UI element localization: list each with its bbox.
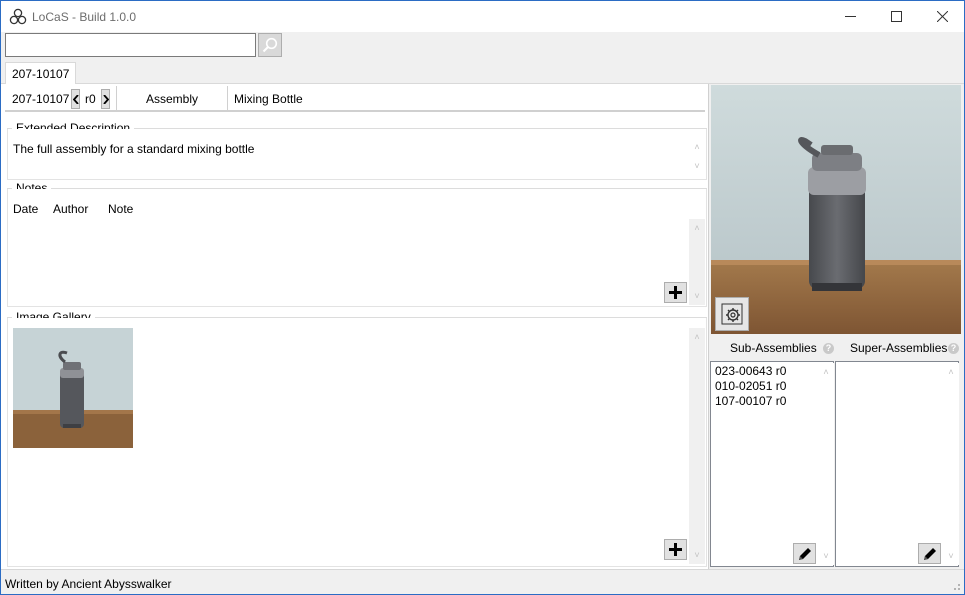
sub-assemblies-list[interactable]: 023-00643 r0 010-02051 r0 107-00107 r0 ˄…: [710, 361, 834, 567]
tab-207-10107[interactable]: 207-10107: [5, 62, 77, 85]
header-divider: [227, 86, 228, 112]
image-gallery-group: Image Gallery ˄ ˅: [7, 310, 707, 567]
extended-description-group: Extended Description The full assembly f…: [7, 121, 707, 180]
title-bar[interactable]: LoCaS - Build 1.0.0: [1, 1, 964, 32]
scroll-up-icon: ˄: [694, 223, 700, 233]
plus-icon: [669, 543, 682, 556]
scroll-down-icon: ˅: [694, 291, 700, 301]
sub-assemblies-label: Sub-Assemblies: [730, 341, 817, 355]
search-input[interactable]: [5, 33, 256, 57]
close-icon: [936, 11, 948, 22]
gallery-thumbnail[interactable]: [13, 328, 133, 448]
scroll-up-icon: ˄: [694, 142, 700, 152]
part-details-pane: 207-10107 r0 Assembly Mixing Bottle Exte…: [1, 84, 708, 569]
extended-description-text: The full assembly for a standard mixing …: [13, 142, 255, 156]
mixing-bottle-thumbnail: [13, 328, 133, 448]
maximize-icon: [890, 11, 902, 22]
scroll-down-icon: ˅: [694, 550, 700, 560]
part-number: 207-10107: [12, 92, 70, 106]
notes-table: Date Author Note ˄ ˅: [7, 189, 707, 307]
scroll-down-icon: ˅: [948, 551, 954, 561]
pencil-icon: [923, 547, 936, 560]
pencil-icon: [798, 547, 811, 560]
header-divider: [116, 86, 117, 112]
scroll-down-icon: ˅: [694, 161, 700, 171]
next-revision-button[interactable]: [101, 89, 110, 109]
edit-sub-assemblies-button[interactable]: [793, 543, 816, 564]
list-item[interactable]: 107-00107 r0: [715, 394, 786, 408]
super-assemblies-label: Super-Assemblies: [850, 341, 948, 355]
close-button[interactable]: [919, 1, 964, 32]
search-bar: [1, 32, 964, 60]
tab-strip: 207-10107: [1, 60, 964, 85]
add-image-button[interactable]: [664, 539, 687, 560]
status-bar: Written by Ancient Abysswalker: [1, 569, 964, 594]
part-type: Assembly: [146, 92, 199, 106]
extended-description-box[interactable]: The full assembly for a standard mixing …: [7, 129, 707, 180]
list-item[interactable]: 023-00643 r0: [715, 364, 786, 378]
add-note-button[interactable]: [664, 282, 687, 303]
gear-icon: [721, 303, 743, 325]
part-header: 207-10107 r0 Assembly Mixing Bottle: [5, 86, 705, 112]
part-sidebar: Sub-Assemblies ? Super-Assemblies ? 023-…: [708, 84, 964, 569]
minimize-button[interactable]: [827, 1, 873, 32]
gallery-scrollbar[interactable]: ˄ ˅: [689, 328, 705, 564]
plus-icon: [669, 286, 682, 299]
notes-column-author[interactable]: Author: [53, 202, 88, 216]
scroll-up-icon: ˄: [823, 367, 829, 377]
maximize-button[interactable]: [873, 1, 919, 32]
status-text: Written by Ancient Abysswalker: [5, 577, 172, 591]
part-name: Mixing Bottle: [234, 92, 303, 106]
notes-scrollbar[interactable]: ˄ ˅: [689, 219, 705, 305]
super-assemblies-help-icon[interactable]: ?: [948, 343, 959, 354]
description-scrollbar[interactable]: ˄ ˅: [689, 139, 705, 177]
revision-label: r0: [85, 92, 96, 106]
resize-grip-icon[interactable]: [951, 581, 961, 591]
search-button[interactable]: [258, 33, 282, 57]
window-title: LoCaS - Build 1.0.0: [32, 10, 137, 24]
sub-assemblies-scrollbar[interactable]: ˄ ˅: [818, 363, 834, 565]
list-item[interactable]: 010-02051 r0: [715, 379, 786, 393]
scroll-up-icon: ˄: [694, 332, 700, 342]
minimize-icon: [844, 16, 856, 17]
notes-column-date[interactable]: Date: [13, 202, 38, 216]
previous-revision-button[interactable]: [71, 89, 80, 109]
app-logo-icon: [9, 8, 27, 25]
scroll-down-icon: ˅: [823, 551, 829, 561]
scroll-up-icon: ˄: [948, 367, 954, 377]
edit-super-assemblies-button[interactable]: [918, 543, 941, 564]
chevron-left-icon: [72, 94, 79, 104]
chevron-right-icon: [102, 94, 109, 104]
notes-column-note[interactable]: Note: [108, 202, 133, 216]
notes-group: Notes Date Author Note ˄ ˅: [7, 181, 707, 307]
super-assemblies-list[interactable]: ˄ ˅: [835, 361, 959, 567]
main-content: 207-10107 r0 Assembly Mixing Bottle Exte…: [1, 84, 964, 569]
sub-assemblies-help-icon[interactable]: ?: [823, 343, 834, 354]
search-icon: [262, 37, 278, 53]
part-photo: [711, 85, 961, 334]
super-assemblies-scrollbar[interactable]: ˄ ˅: [943, 363, 959, 565]
image-gallery-panel: ˄ ˅: [7, 318, 707, 567]
app-window: LoCaS - Build 1.0.0 207-10107 207-10107: [0, 0, 965, 595]
edit-image-button[interactable]: [715, 297, 749, 331]
